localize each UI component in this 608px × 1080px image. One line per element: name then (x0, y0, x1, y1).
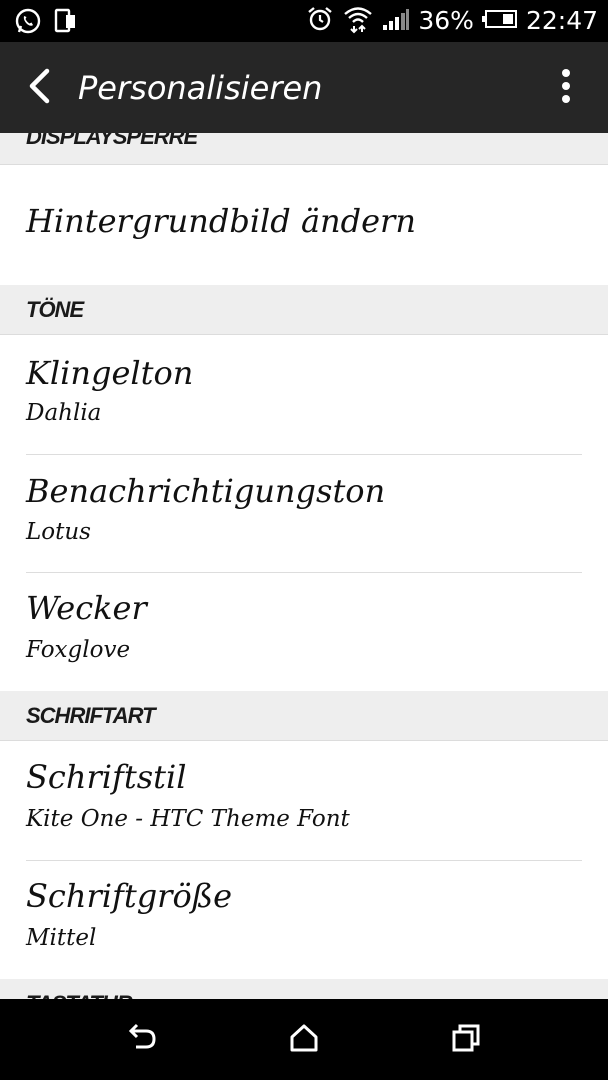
item-value: Foxglove (26, 637, 131, 663)
status-time: 22:47 (525, 6, 598, 35)
nav-back-button[interactable] (117, 1019, 167, 1061)
page-title: Personalisieren (78, 69, 323, 107)
item-title: Schriftgröße (26, 877, 233, 915)
back-nav-icon (126, 1023, 158, 1057)
phone-device-icon (54, 7, 78, 39)
nav-home-button[interactable] (279, 1019, 329, 1061)
item-title: Klingelton (26, 354, 194, 392)
home-nav-icon (289, 1023, 319, 1057)
item-title: Schriftstil (26, 758, 187, 796)
list-item-wecker[interactable]: Wecker Foxglove (0, 573, 608, 691)
item-value: Dahlia (26, 400, 102, 426)
item-title: Wecker (26, 589, 147, 627)
whatsapp-icon (14, 7, 42, 39)
battery-percent: 36% (418, 6, 474, 35)
section-header-displaysperre: DISPLAYSPERRE (0, 133, 608, 165)
list-item-schriftgroesse[interactable]: Schriftgröße Mittel (0, 861, 608, 978)
settings-list[interactable]: DISPLAYSPERRE Hintergrundbild ändern TÖN… (0, 133, 608, 999)
list-item-schriftstil[interactable]: Schriftstil Kite One - HTC Theme Font (0, 742, 608, 860)
alarm-icon (306, 5, 334, 37)
item-value: Lotus (26, 519, 91, 545)
wifi-icon (342, 4, 374, 38)
item-title: Hintergrundbild ändern (26, 202, 416, 240)
battery-icon (481, 9, 518, 33)
recents-nav-icon (451, 1023, 481, 1057)
status-bar: 36% 22:47 (0, 0, 608, 42)
section-header-toene: TÖNE (0, 285, 608, 335)
item-title: Benachrichtigungston (26, 472, 386, 510)
item-value: Kite One - HTC Theme Font (26, 806, 350, 832)
section-header-schriftart: SCHRIFTART (0, 691, 608, 741)
overflow-menu-button[interactable] (546, 66, 586, 110)
list-item-hintergrundbild[interactable]: Hintergrundbild ändern (0, 166, 608, 285)
chevron-left-icon (27, 68, 53, 108)
signal-icon (382, 7, 410, 35)
list-item-klingelton[interactable]: Klingelton Dahlia (0, 336, 608, 454)
navigation-bar (0, 999, 608, 1080)
list-item-benachrichtigungston[interactable]: Benachrichtigungston Lotus (0, 455, 608, 572)
section-header-tastatur: TASTATUR (0, 979, 608, 999)
item-value: Mittel (26, 925, 97, 951)
nav-recents-button[interactable] (441, 1019, 491, 1061)
action-bar: Personalisieren (0, 42, 608, 133)
more-vert-icon (561, 68, 571, 108)
back-button[interactable] (18, 64, 62, 112)
